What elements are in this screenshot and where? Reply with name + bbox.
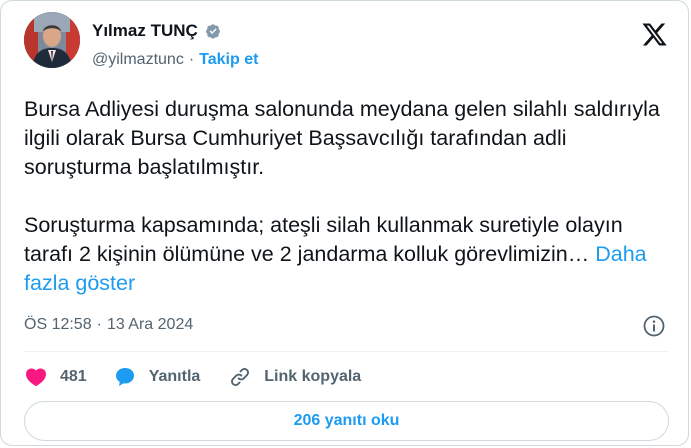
avatar-image [24, 12, 80, 68]
tweet-paragraph-1: Bursa Adliyesi duruşma salonunda meydana… [24, 97, 660, 179]
read-replies-button[interactable]: 206 yanıtı oku [24, 401, 669, 441]
divider [24, 351, 669, 352]
author-handle-row: @yilmaztunc · Takip et [92, 51, 258, 69]
link-icon [228, 365, 252, 389]
like-count: 481 [60, 368, 87, 385]
tweet-date: 13 Ara 2024 [106, 316, 194, 333]
author-name[interactable]: Yılmaz TUNÇ [92, 21, 198, 41]
tweet-timestamp[interactable]: ÖS 12:58 · 13 Ara 2024 [24, 316, 193, 334]
copy-link-label: Link kopyala [264, 368, 362, 385]
tweet-card: Yılmaz TUNÇ @yilmaztunc · Takip et Bursa… [0, 0, 689, 446]
reply-label: Yanıtla [148, 368, 201, 385]
reply-bubble-icon [113, 365, 137, 389]
tweet-paragraph-2: Soruşturma kapsamında; ateşli silah kull… [24, 213, 623, 266]
reply-button[interactable]: Yanıtla [113, 365, 201, 389]
x-logo-icon[interactable] [641, 21, 668, 48]
read-replies-label: 206 yanıtı oku [293, 412, 400, 429]
follow-button[interactable]: Takip et [199, 51, 258, 69]
tweet-actions: 481 Yanıtla Link kopyala [24, 363, 361, 391]
meta-separator: · [96, 316, 102, 333]
tweet-time: ÖS 12:58 [24, 316, 92, 333]
tweet-text: Bursa Adliyesi duruşma salonunda meydana… [24, 95, 674, 298]
verified-badge-icon [203, 21, 223, 41]
heart-icon [24, 365, 48, 389]
author-name-row: Yılmaz TUNÇ [92, 21, 223, 41]
info-icon[interactable] [642, 314, 666, 338]
separator-dot: · [188, 51, 195, 68]
avatar[interactable] [24, 12, 80, 68]
copy-link-button[interactable]: Link kopyala [228, 365, 361, 389]
like-button[interactable]: 481 [24, 365, 87, 389]
author-handle[interactable]: @yilmaztunc [92, 51, 184, 69]
tweet-paragraph-2-wrapper: Soruşturma kapsamında; ateşli silah kull… [24, 211, 674, 298]
